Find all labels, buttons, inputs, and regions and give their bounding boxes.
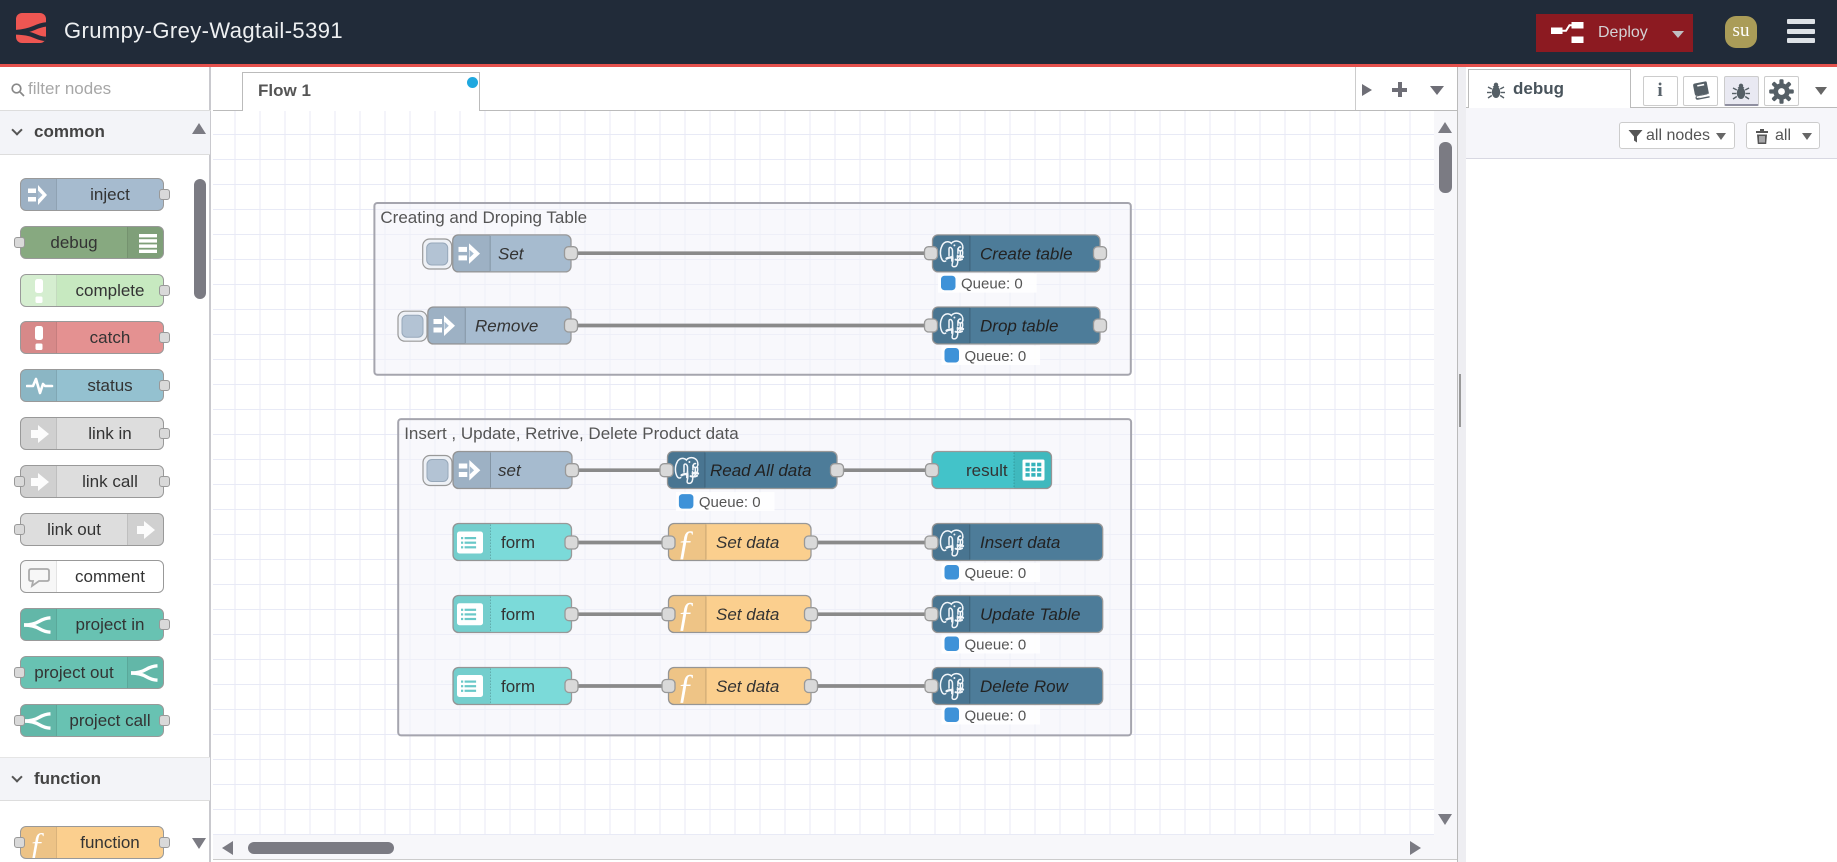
svg-text:Drop table: Drop table [980, 317, 1058, 336]
svg-text:form: form [501, 605, 535, 624]
svg-text:ƒ: ƒ [677, 595, 695, 634]
svg-text:Queue: 0: Queue: 0 [965, 637, 1027, 654]
svg-text:Create table: Create table [980, 244, 1073, 263]
svg-text:Creating and Droping Table: Creating and Droping Table [380, 208, 587, 227]
svg-text:Queue: 0: Queue: 0 [965, 565, 1027, 582]
svg-text:Set data: Set data [716, 605, 779, 624]
svg-text:Delete Row: Delete Row [980, 677, 1070, 696]
svg-text:Queue: 0: Queue: 0 [699, 494, 761, 511]
svg-text:Remove: Remove [475, 317, 538, 336]
svg-text:Insert , Update, Retrive, Dele: Insert , Update, Retrive, Delete Product… [404, 424, 739, 443]
svg-text:Queue: 0: Queue: 0 [961, 276, 1023, 293]
svg-text:result: result [966, 461, 1008, 480]
svg-text:ƒ: ƒ [677, 667, 695, 706]
svg-text:form: form [501, 533, 535, 552]
svg-text:ƒ: ƒ [677, 524, 695, 563]
svg-text:Queue: 0: Queue: 0 [965, 348, 1027, 365]
svg-text:Read All data: Read All data [710, 461, 811, 480]
svg-text:set: set [498, 461, 522, 480]
svg-text:Set data: Set data [716, 533, 779, 552]
svg-text:Update Table: Update Table [980, 605, 1081, 624]
svg-text:Queue: 0: Queue: 0 [965, 708, 1027, 725]
svg-text:form: form [501, 677, 535, 696]
svg-text:Set: Set [498, 244, 525, 263]
svg-text:Set data: Set data [716, 677, 779, 696]
svg-text:Insert data: Insert data [980, 533, 1060, 552]
